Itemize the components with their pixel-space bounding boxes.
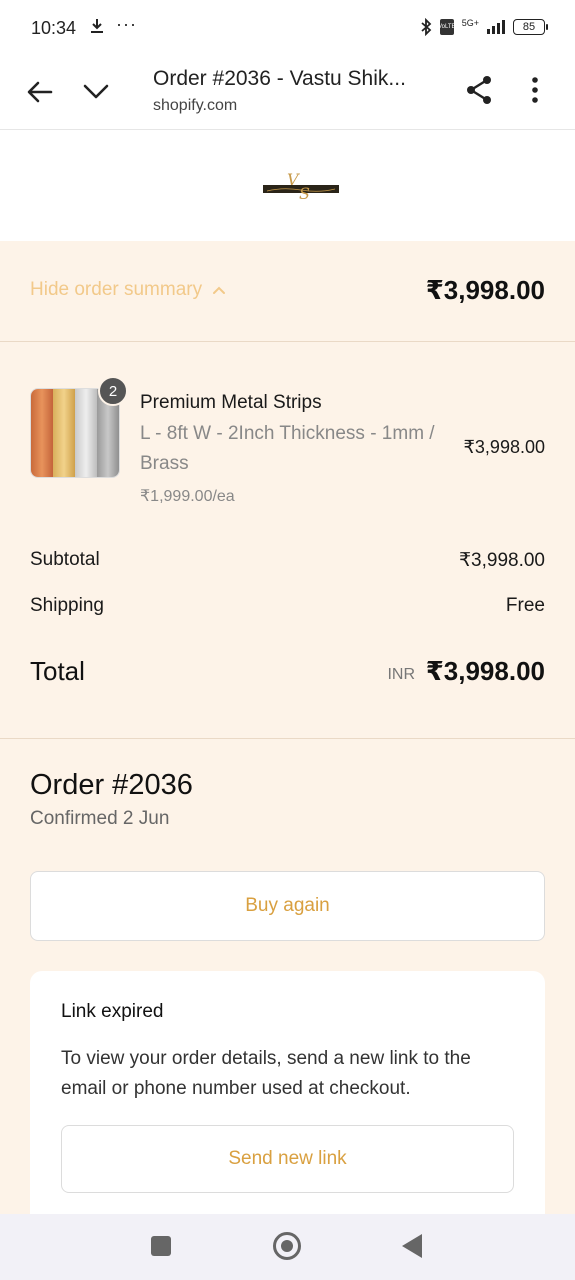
arrow-left-icon	[27, 81, 53, 103]
battery-icon: 85	[513, 19, 548, 35]
card-text: To view your order details, send a new l…	[61, 1048, 471, 1099]
line-item: 2 Premium Metal Strips L - 8ft W - 2Inch…	[30, 376, 545, 511]
battery-level: 85	[522, 21, 536, 33]
hide-summary-link[interactable]: Hide order summary	[30, 279, 226, 301]
toggle-label: Hide order summary	[30, 279, 203, 300]
system-back-button[interactable]	[402, 1234, 422, 1258]
order-summary: Hide order summary ₹3,998.00 2 Premium M…	[0, 241, 575, 738]
product-name: Premium Metal Strips	[140, 392, 322, 413]
total-currency: INR	[387, 666, 415, 683]
card-title: Link expired	[61, 1001, 164, 1022]
order-title: Order #2036	[30, 769, 193, 801]
total-row: Total INR ₹3,998.00	[30, 656, 545, 690]
minimize-button[interactable]	[80, 76, 112, 108]
send-new-link-button[interactable]: Send new link	[61, 1125, 514, 1193]
summary-total: ₹3,998.00	[425, 275, 545, 305]
share-button[interactable]	[462, 73, 496, 107]
signal-icon	[487, 20, 505, 34]
shipping-row: Shipping Free	[30, 595, 545, 617]
shipping-value: Free	[505, 595, 545, 616]
volte-icon: VoLTE	[438, 19, 456, 35]
total-value: ₹3,998.00	[425, 656, 545, 686]
quantity-badge: 2	[98, 376, 128, 406]
subtotal-row: Subtotal ₹3,998.00	[30, 549, 545, 571]
store-header: V S	[0, 131, 575, 241]
status-bar: 10:34 ··· VoLTE 5G+ 85	[0, 0, 575, 58]
system-nav-bar	[0, 1214, 575, 1280]
home-button[interactable]	[273, 1232, 301, 1260]
share-icon	[467, 76, 491, 104]
more-notifications-icon: ···	[116, 14, 137, 34]
order-summary-toggle[interactable]: Hide order summary ₹3,998.00	[0, 241, 575, 342]
page-title: Order #2036 - Vastu Shik...	[153, 67, 406, 90]
chevron-up-icon	[213, 286, 226, 294]
more-options-button[interactable]	[522, 73, 548, 107]
unit-price: ₹1,999.00/ea	[140, 488, 235, 505]
page-domain: shopify.com	[153, 97, 238, 114]
total-label: Total	[30, 656, 85, 686]
download-icon	[91, 19, 103, 33]
chevron-down-icon	[83, 84, 109, 99]
link-expired-card: Link expired To view your order details,…	[30, 971, 545, 1231]
store-logo[interactable]: V S	[263, 167, 339, 203]
browser-toolbar: Order #2036 - Vastu Shik... shopify.com	[0, 58, 575, 130]
line-item-price: ₹3,998.00	[463, 437, 545, 457]
order-confirmed-date: Confirmed 2 Jun	[30, 808, 170, 829]
network-type: 5G+	[461, 18, 479, 28]
product-variant: L - 8ft W - 2Inch Thickness - 1mm / Bras…	[140, 423, 435, 474]
buy-again-button[interactable]: Buy again	[30, 871, 545, 941]
more-vert-icon	[532, 77, 538, 103]
subtotal-label: Subtotal	[30, 549, 100, 570]
subtotal-value: ₹3,998.00	[458, 550, 545, 571]
status-time: 10:34	[31, 18, 77, 38]
shipping-label: Shipping	[30, 595, 104, 616]
bluetooth-icon	[421, 18, 432, 36]
order-status-section: Order #2036 Confirmed 2 Jun Buy again Li…	[0, 738, 575, 1231]
recents-button[interactable]	[151, 1236, 171, 1256]
svg-text:S: S	[299, 184, 310, 203]
back-button[interactable]	[24, 76, 56, 108]
